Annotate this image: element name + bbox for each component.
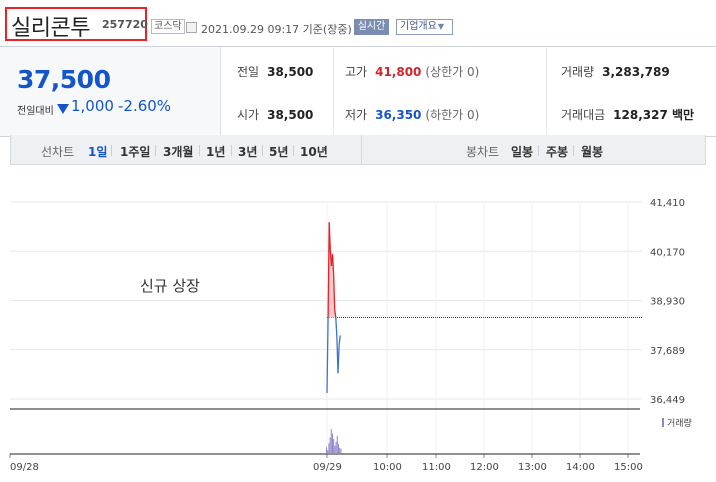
period-3y[interactable]: 3년 xyxy=(238,143,257,160)
stat-label: 고가 xyxy=(345,65,368,79)
market-badge: 코스닥 xyxy=(151,19,185,34)
volume-bar xyxy=(340,448,342,454)
new-listing-annotation: 신규 상장 xyxy=(140,277,200,295)
quote-datetime: 2021.09.29 09:17 기준(장중) xyxy=(201,23,352,36)
separator xyxy=(262,145,263,156)
stat-label: 거래대금 xyxy=(561,108,606,122)
stat-value: 38,500 xyxy=(267,108,314,122)
stat-note: (상한가 0) xyxy=(425,65,480,79)
candle-monthly[interactable]: 월봉 xyxy=(581,143,603,160)
stat-low: 저가 36,350 (하한가 0) xyxy=(345,106,479,123)
y-tick-label: 41,410 xyxy=(650,198,685,209)
volume-bar xyxy=(334,445,336,454)
price-segment xyxy=(338,335,341,346)
candle-weekly[interactable]: 주봉 xyxy=(546,143,568,160)
price-chart: 41,410 40,170 38,930 37,689 36,449 09/28 09/29… xyxy=(9,198,692,473)
y-tick-label: 36,449 xyxy=(650,395,685,406)
stat-label: 전일 xyxy=(237,65,260,79)
stat-amount: 거래대금 128,327 백만 xyxy=(561,106,694,123)
candle-chart-label: 봉차트 xyxy=(466,145,500,159)
stat-note: (하한가 0) xyxy=(425,108,480,122)
period-1y[interactable]: 1년 xyxy=(206,143,225,160)
x-tick-label: 13:00 xyxy=(518,462,547,473)
period-bar: 선차트 1일 1주일 3개월 1년 3년 5년 10년 봉차트 일봉 주봉 월봉 xyxy=(10,135,706,165)
volume-bar xyxy=(332,433,333,454)
period-3m[interactable]: 3개월 xyxy=(163,143,193,160)
y-tick-label: 38,930 xyxy=(650,297,685,308)
period-5y[interactable]: 5년 xyxy=(269,143,288,160)
stat-high: 고가 41,800 (상한가 0) xyxy=(345,63,479,80)
stat-value: 3,283,789 xyxy=(602,65,670,79)
separator xyxy=(155,145,156,156)
diff-value: 1,000 xyxy=(71,97,114,115)
divider xyxy=(333,48,334,135)
x-tick-label: 09/29 xyxy=(313,462,342,473)
stat-label: 시가 xyxy=(237,108,260,122)
stat-volume: 거래량 3,283,789 xyxy=(561,63,670,80)
price-panel: 37,500 전일대비 1,000 -2.60% 전일 38,500 시가 38,5… xyxy=(0,46,716,137)
period-1w[interactable]: 1주일 xyxy=(120,143,150,160)
separator xyxy=(199,145,200,156)
y-tick-label: 40,170 xyxy=(650,247,685,258)
separator xyxy=(293,145,294,156)
separator xyxy=(538,145,539,156)
x-tick-label: 09/28 xyxy=(10,462,39,473)
divider xyxy=(546,48,547,135)
current-price: 37,500 xyxy=(17,65,111,94)
stat-prev-close: 전일 38,500 xyxy=(237,63,313,80)
volume-legend-swatch xyxy=(662,418,664,427)
line-chart-label: 선차트 xyxy=(41,145,75,159)
chevron-down-icon: ▼ xyxy=(437,22,444,31)
current-price-box: 37,500 전일대비 1,000 -2.60% xyxy=(0,47,221,136)
stock-header: 실리콘투 257720 코스닥 2021.09.29 09:17 기준(장중) … xyxy=(0,0,716,50)
period-1d[interactable]: 1일 xyxy=(88,143,107,160)
y-tick-label: 37,689 xyxy=(650,346,685,357)
clock-icon xyxy=(186,22,197,33)
company-overview-label: 기업개요 xyxy=(400,21,437,32)
diff-label: 전일대비 xyxy=(17,106,54,117)
volume-bar xyxy=(327,450,329,454)
stat-value: 38,500 xyxy=(267,65,314,79)
stat-value: 36,350 xyxy=(375,108,422,122)
separator xyxy=(111,145,112,156)
volume-bar xyxy=(336,435,338,454)
volume-bar xyxy=(330,429,332,454)
x-tick-label: 15:00 xyxy=(614,462,643,473)
company-overview-button[interactable]: 기업개요▼ xyxy=(396,19,453,35)
x-tick-label: 14:00 xyxy=(566,462,595,473)
x-tick-label: 12:00 xyxy=(470,462,499,473)
x-tick-label: 10:00 xyxy=(373,462,402,473)
separator xyxy=(231,145,232,156)
volume-bar xyxy=(333,438,335,454)
volume-bar xyxy=(329,437,331,454)
volume-bar xyxy=(326,447,327,454)
volume-bar xyxy=(328,443,330,454)
stock-name: 실리콘투 xyxy=(11,16,90,41)
volume-legend-label: 거래량 xyxy=(667,417,692,429)
stat-label: 저가 xyxy=(345,108,368,122)
stock-code: 257720 xyxy=(102,18,148,31)
diff-rate: -2.60% xyxy=(118,97,172,115)
stat-value: 128,327 백만 xyxy=(613,108,695,122)
period-10y[interactable]: 10년 xyxy=(300,143,328,160)
volume-bar xyxy=(339,447,341,454)
stat-label: 거래량 xyxy=(561,65,595,79)
stat-open: 시가 38,500 xyxy=(237,106,313,123)
candle-daily[interactable]: 일봉 xyxy=(511,143,533,160)
volume-bar xyxy=(335,441,337,454)
price-segment xyxy=(335,317,338,338)
down-arrow-icon xyxy=(57,104,69,114)
separator xyxy=(573,145,574,156)
stat-value: 41,800 xyxy=(375,65,422,79)
volume-bar xyxy=(338,444,339,454)
divider xyxy=(361,135,362,164)
realtime-button[interactable]: 실시간 xyxy=(354,19,389,35)
x-tick-label: 11:00 xyxy=(422,462,451,473)
